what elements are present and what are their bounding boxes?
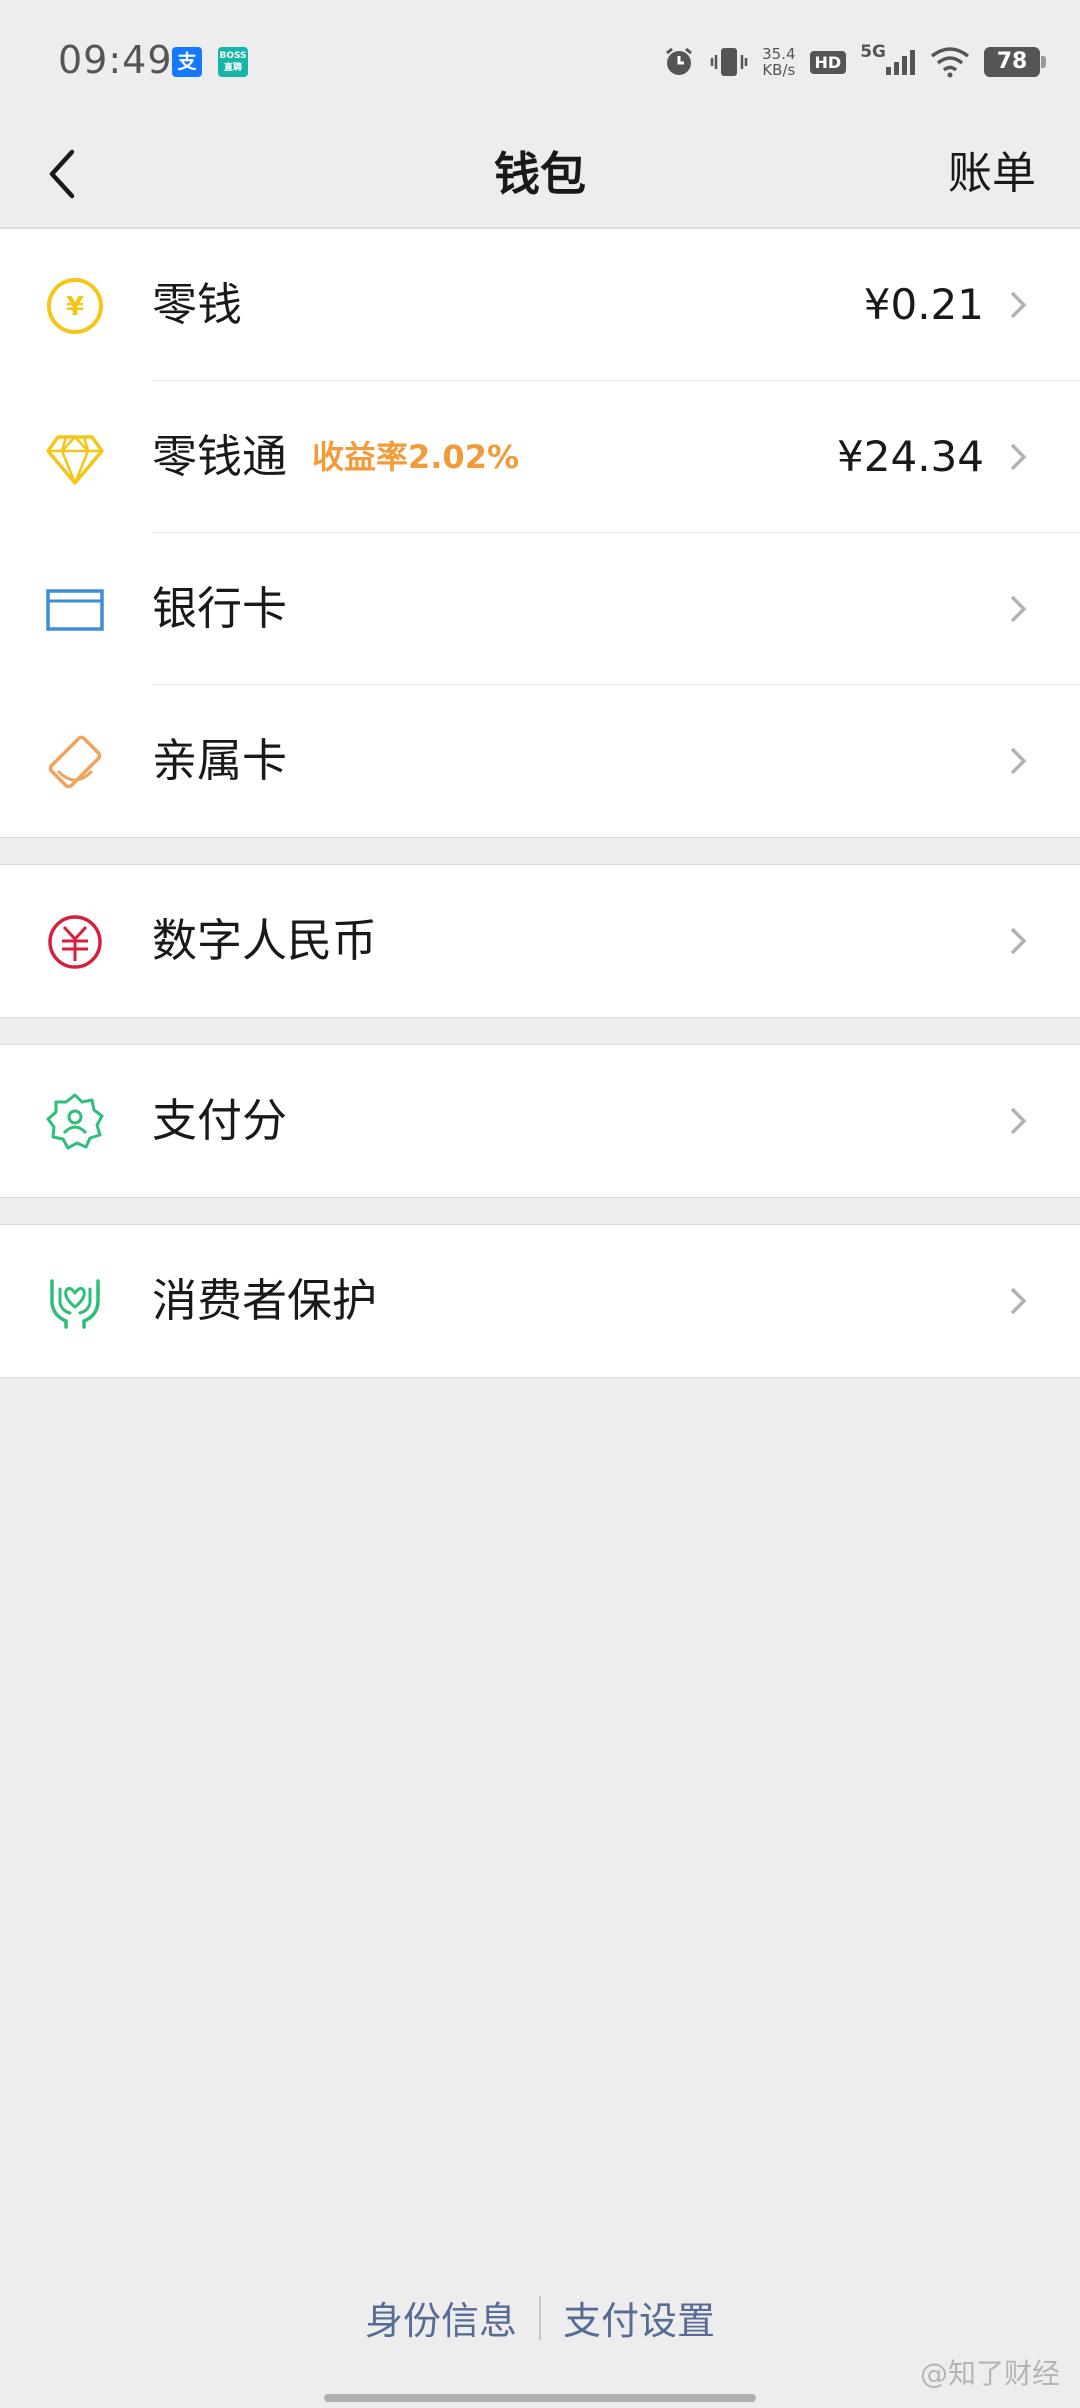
wallet-main-group: ¥ 零钱 ¥0.21 零钱通 收益率2.02% ¥24.34 银行卡 亲属卡	[0, 228, 1080, 838]
list-item-label: 零钱通	[152, 430, 288, 483]
svg-text:¥: ¥	[66, 292, 84, 322]
network-speed: 35.4 KB/s	[762, 45, 796, 79]
footer-separator	[539, 2295, 541, 2340]
footer-links: 身份信息 支付设置	[0, 2290, 1080, 2345]
list-item-label: 支付分	[152, 1094, 288, 1147]
consumer-protection-icon	[50, 1279, 100, 1329]
chevron-right-icon	[1010, 291, 1027, 319]
list-item-digital-rmb[interactable]: 数字人民币	[0, 865, 1080, 1017]
diamond-icon	[46, 435, 104, 485]
alarm-icon	[666, 47, 693, 75]
pay-score-group: 支付分	[0, 1044, 1080, 1198]
list-item-lingqiantong[interactable]: 零钱通 收益率2.02% ¥24.34	[0, 381, 1080, 533]
balance-value: ¥0.21	[863, 280, 984, 329]
chevron-right-icon	[1010, 443, 1027, 471]
balance-value: ¥24.34	[837, 432, 984, 481]
chevron-right-icon	[1010, 927, 1027, 955]
identity-info-link[interactable]: 身份信息	[365, 2290, 517, 2345]
list-item-family-card[interactable]: 亲属卡	[0, 685, 1080, 837]
status-time: 09:49	[58, 38, 173, 82]
wifi-icon	[930, 47, 970, 78]
list-item-bank-card[interactable]: 银行卡	[0, 533, 1080, 685]
list-item-label: 消费者保护	[152, 1274, 378, 1327]
chevron-right-icon	[1010, 747, 1027, 775]
pay-score-icon	[46, 1093, 104, 1150]
navigation-bar: 钱包 账单	[0, 120, 1080, 228]
consumer-protection-group: 消费者保护	[0, 1224, 1080, 1378]
battery-indicator: 78	[984, 47, 1046, 77]
family-card-icon	[48, 735, 102, 789]
digital-rmb-group: 数字人民币	[0, 864, 1080, 1018]
digital-rmb-icon	[48, 915, 102, 969]
vibrate-icon	[710, 48, 748, 76]
list-item-pay-score[interactable]: 支付分	[0, 1045, 1080, 1197]
payment-settings-link[interactable]: 支付设置	[563, 2290, 715, 2345]
chevron-right-icon	[1010, 1287, 1027, 1315]
network-type: 5G	[860, 42, 886, 62]
list-item-label: 零钱	[152, 278, 243, 331]
status-indicators: 35.4 KB/s HD 5G 78	[662, 40, 1046, 84]
list-item-label: 数字人民币	[152, 914, 378, 967]
bill-button[interactable]: 账单	[948, 138, 1036, 210]
list-item-label: 银行卡	[152, 582, 288, 635]
watermark: @知了财经	[919, 2357, 1060, 2390]
hd-icon: HD	[809, 50, 847, 74]
signal-icon	[886, 50, 915, 75]
alipay-notification-icon: 支	[172, 47, 202, 77]
list-item-label: 亲属卡	[152, 734, 288, 787]
chevron-right-icon	[1010, 1107, 1027, 1135]
list-item-change[interactable]: ¥ 零钱 ¥0.21	[0, 229, 1080, 381]
boss-notification-icon: BOSS 直聘	[218, 47, 248, 77]
bank-card-icon	[46, 589, 104, 631]
coin-icon: ¥	[47, 278, 103, 334]
page-title: 钱包	[494, 147, 586, 201]
list-item-consumer-protection[interactable]: 消费者保护	[0, 1225, 1080, 1377]
yield-rate-badge: 收益率2.02%	[312, 438, 520, 476]
home-indicator[interactable]	[324, 2394, 756, 2402]
chevron-right-icon	[1010, 595, 1027, 623]
status-bar: 09:49 支 BOSS 直聘 35.4 KB/s HD 5G 78	[0, 0, 1080, 120]
